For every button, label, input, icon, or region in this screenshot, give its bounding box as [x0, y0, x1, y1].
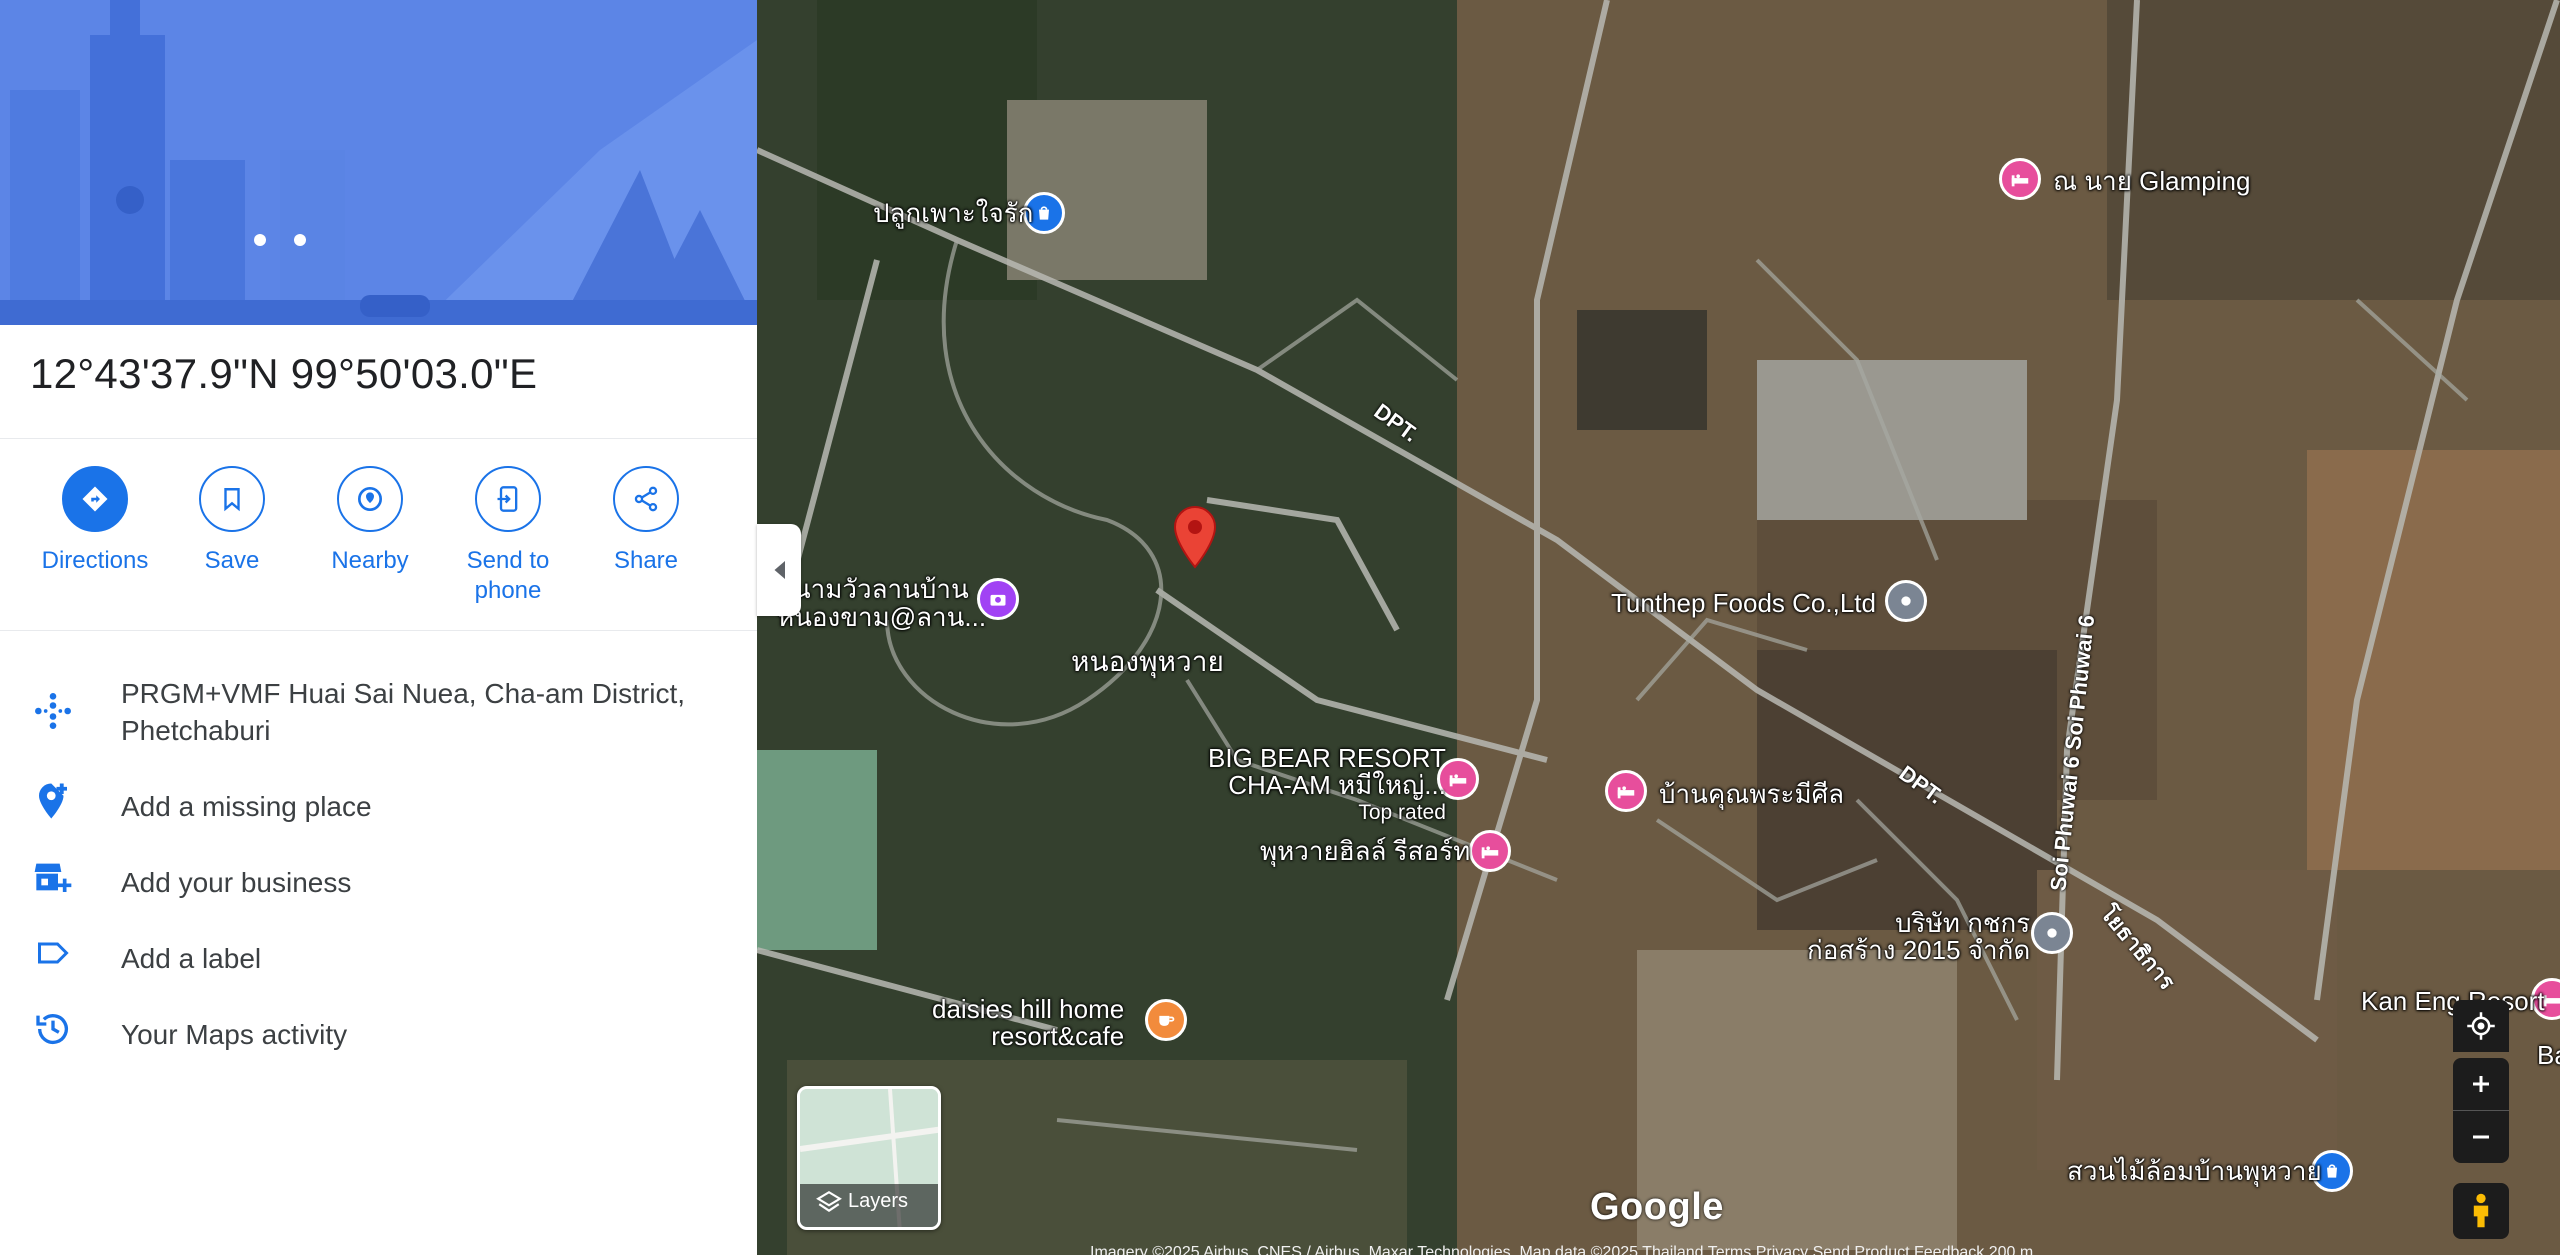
- place-label-line: daisies hill home: [932, 994, 1125, 1024]
- street-view-pegman-button[interactable]: [2453, 1183, 2509, 1239]
- hotel-pin[interactable]: [1999, 158, 2041, 200]
- place-label-line: ก่อสร้าง 2015 จำกัด: [1807, 935, 2031, 965]
- hero-illustration: [0, 0, 757, 325]
- attribution-bar: Imagery ©2025 Airbus, CNES / Airbus, Max…: [1090, 1244, 2034, 1255]
- add-missing-place-text: Add a missing place: [121, 791, 372, 822]
- my-location-icon: [2467, 1012, 2495, 1040]
- bookmark-icon: [199, 466, 265, 532]
- nearby-label: Nearby: [331, 547, 409, 574]
- history-icon: [28, 1004, 78, 1054]
- layers-icon: [816, 1190, 842, 1212]
- zoom-in-button[interactable]: [2453, 1058, 2509, 1110]
- send-to-phone-button[interactable]: Send to phone: [443, 466, 573, 606]
- action-bar: Directions Save Nearby Send to phone Sha…: [0, 466, 757, 626]
- place-label-line: CHA-AM หมีใหญ่...: [1228, 770, 1446, 800]
- send-to-phone-label: Send to phone: [466, 547, 550, 604]
- minus-icon: [2473, 1135, 2489, 1139]
- directions-icon: [62, 466, 128, 532]
- hotel-pin[interactable]: [1469, 830, 1511, 872]
- place-panel: 12°43'37.9"N 99°50'03.0"E Directions Sav…: [0, 0, 758, 1255]
- pegman-icon: [2473, 1193, 2489, 1228]
- divider: [0, 438, 757, 439]
- place-label[interactable]: BIG BEAR RESORT CHA-AM หมีใหญ่... Top ra…: [1208, 745, 1446, 826]
- place-label[interactable]: สวนไม้ล้อมบ้านพุหวาย: [2067, 1156, 2322, 1187]
- label-icon: [28, 928, 78, 978]
- place-label-line: resort&cafe: [991, 1021, 1125, 1051]
- save-button[interactable]: Save: [167, 466, 297, 576]
- place-label[interactable]: พุหวายฮิลล์ รีสอร์ท: [1260, 836, 1470, 867]
- selected-location-pin[interactable]: [1170, 505, 1220, 569]
- directions-label: Directions: [41, 547, 149, 574]
- divider: [0, 630, 757, 631]
- add-business-text: Add your business: [121, 867, 352, 898]
- add-label-text: Add a label: [121, 943, 262, 974]
- plus-code-text: PRGM+VMF Huai Sai Nuea, Cha-am District,…: [121, 678, 686, 746]
- add-location-icon: [28, 776, 78, 826]
- map-controls: [2453, 1000, 2509, 1239]
- nearby-button[interactable]: Nearby: [305, 466, 435, 576]
- nearby-icon: [337, 466, 403, 532]
- place-label[interactable]: Ban Hu Wai S: [2537, 1040, 2560, 1071]
- place-label[interactable]: daisies hill home resort&cafe: [932, 996, 1124, 1050]
- maps-activity-text: Your Maps activity: [121, 1019, 348, 1050]
- share-button[interactable]: Share: [581, 466, 711, 576]
- my-location-button[interactable]: [2453, 1000, 2509, 1052]
- chevron-left-icon: [774, 561, 785, 579]
- zoom-out-button[interactable]: [2453, 1111, 2509, 1163]
- place-label-line: บริษัท กชกร: [1895, 908, 2031, 938]
- coordinates-title: 12°43'37.9"N 99°50'03.0"E: [30, 350, 538, 397]
- hotel-pin[interactable]: [1605, 770, 1647, 812]
- map-imagery: [757, 0, 2560, 1255]
- satellite-map[interactable]: ปลูกเพาะใจรัก ณ นาย Glamping สนามวัวลานบ…: [757, 0, 2560, 1255]
- layers-label: Layers: [848, 1190, 909, 1212]
- business-pin[interactable]: [2031, 912, 2073, 954]
- top-rated-badge: Top rated: [1358, 801, 1446, 824]
- place-label[interactable]: บริษัท กชกร ก่อสร้าง 2015 จำกัด: [1807, 910, 2030, 964]
- place-label-line: หนองขาม@ลาน...: [777, 602, 987, 632]
- google-logo: Google: [1590, 1186, 1724, 1228]
- share-label: Share: [613, 547, 679, 574]
- share-icon: [613, 466, 679, 532]
- cafe-pin[interactable]: [1145, 999, 1187, 1041]
- place-label[interactable]: ปลูกเพาะใจรัก: [873, 198, 1033, 229]
- plus-code-icon: [28, 686, 78, 736]
- save-label: Save: [204, 547, 260, 574]
- collapse-panel-button[interactable]: [757, 524, 801, 616]
- business-pin[interactable]: [1885, 580, 1927, 622]
- layers-button[interactable]: Layers: [797, 1086, 941, 1230]
- place-label[interactable]: Tunthep Foods Co.,Ltd: [1611, 588, 1876, 619]
- place-label-line: สนามวัวลานบ้าน: [777, 574, 969, 604]
- place-label[interactable]: ณ นาย Glamping: [2053, 166, 2250, 197]
- add-business-icon: [28, 852, 78, 902]
- place-label[interactable]: สนามวัวลานบ้าน หนองขาม@ลาน...: [777, 575, 986, 631]
- send-to-phone-icon: [475, 466, 541, 532]
- directions-button[interactable]: Directions: [30, 466, 160, 576]
- place-label-line: BIG BEAR RESORT: [1208, 743, 1446, 773]
- place-label[interactable]: บ้านคุณพระมีศีล: [1659, 779, 1844, 810]
- plus-icon: [2473, 1076, 2489, 1092]
- area-label: หนองพุหวาย: [1071, 646, 1224, 677]
